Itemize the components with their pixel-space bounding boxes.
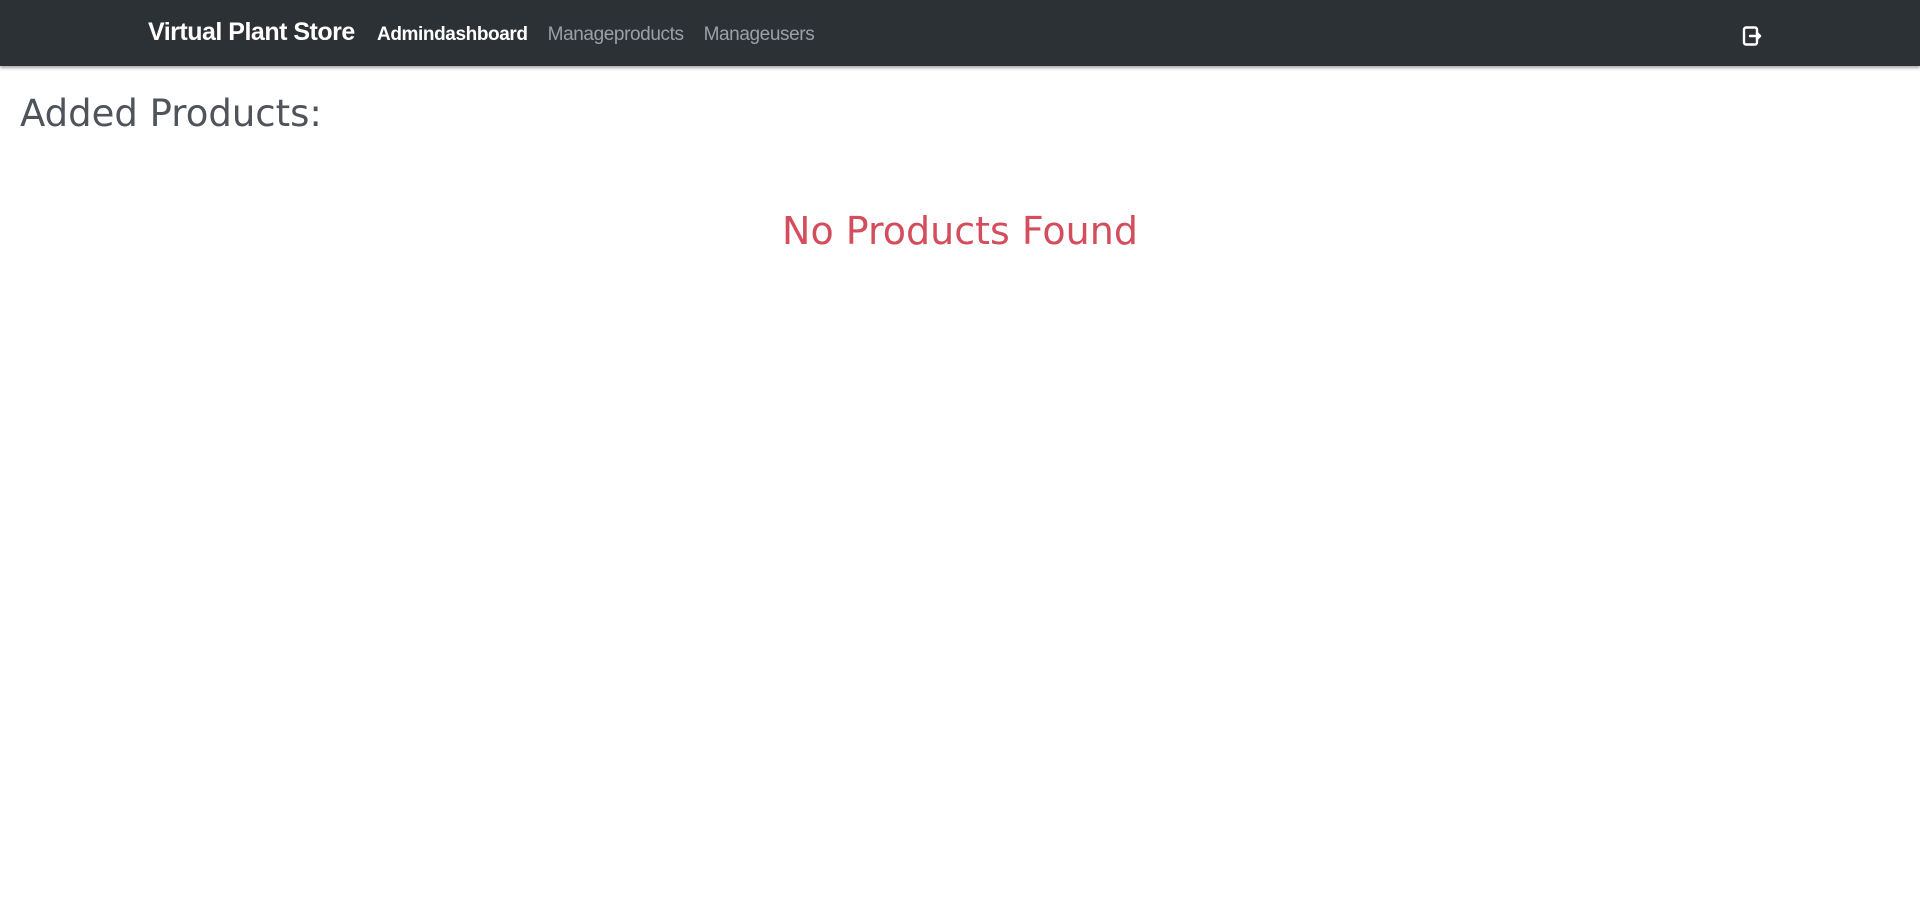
main-navigation: Admindashboard Manageproducts Manageuser… <box>377 24 815 46</box>
nav-manage-users[interactable]: Manageusers <box>704 24 815 46</box>
nav-manage-products[interactable]: Manageproducts <box>548 24 684 46</box>
logout-icon <box>1742 26 1762 46</box>
nav-admin-dashboard[interactable]: Admindashboard <box>377 24 528 46</box>
brand-link[interactable]: Virtual Plant Store <box>148 18 355 47</box>
empty-products-message: No Products Found <box>782 209 1138 253</box>
logout-button[interactable] <box>1740 24 1764 48</box>
page-title: Added Products: <box>20 92 322 135</box>
top-navbar: Virtual Plant Store Admindashboard Manag… <box>0 0 1920 66</box>
